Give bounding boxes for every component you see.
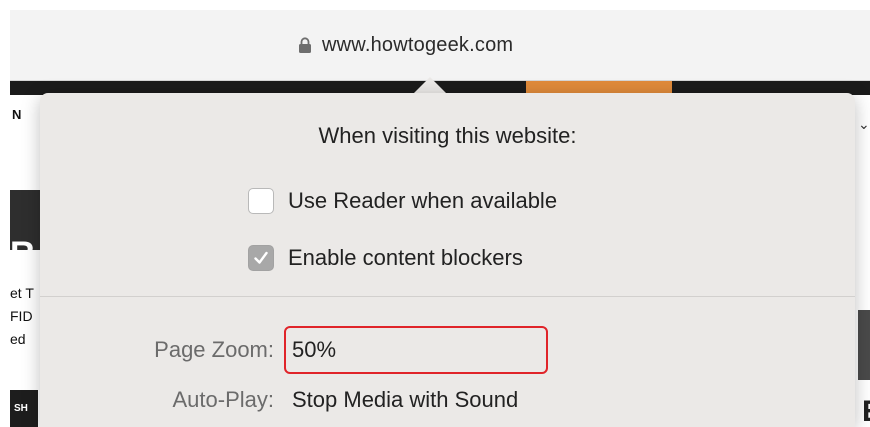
page-zoom-value[interactable]: 50%	[292, 337, 336, 363]
auto-play-value[interactable]: Stop Media with Sound	[292, 387, 518, 413]
share-button-label: SH	[14, 403, 28, 414]
url-text: www.howtogeek.com	[322, 33, 514, 56]
reader-option-label: Use Reader when available	[288, 188, 558, 213]
auto-play-label: Auto-Play:	[172, 387, 275, 412]
site-nav-fragment: N	[12, 107, 22, 122]
website-settings-popover: When visiting this website: Use Reader w…	[40, 93, 855, 427]
content-blockers-label: Enable content blockers	[288, 245, 523, 270]
article-image	[858, 310, 870, 380]
popover-title: When visiting this website:	[318, 123, 577, 148]
page-zoom-row[interactable]: Page Zoom: 50%	[104, 335, 336, 365]
divider	[40, 296, 855, 297]
article-text-fragment: E	[862, 395, 870, 427]
checkmark-icon	[254, 251, 268, 264]
article-text-fragment: FID	[10, 308, 33, 324]
lock-icon	[298, 37, 312, 53]
url-field[interactable]: www.howtogeek.com	[298, 32, 513, 58]
content-blockers-checkbox[interactable]	[248, 245, 274, 271]
reader-checkbox[interactable]	[248, 188, 274, 214]
address-bar[interactable]: www.howtogeek.com	[10, 10, 870, 81]
browser-window: N R et T FID ed SH ⌄ E www.howtogeek.com…	[10, 10, 870, 427]
reader-option[interactable]: Use Reader when available	[248, 186, 557, 216]
article-text-fragment: et T	[10, 285, 34, 301]
content-blockers-option[interactable]: Enable content blockers	[248, 243, 523, 273]
page-zoom-label: Page Zoom:	[154, 337, 274, 362]
site-logo-letter: R	[10, 235, 35, 273]
auto-play-row[interactable]: Auto-Play: Stop Media with Sound	[104, 385, 519, 415]
chevron-down-icon: ⌄	[858, 116, 870, 132]
article-text-fragment: ed	[10, 331, 26, 347]
